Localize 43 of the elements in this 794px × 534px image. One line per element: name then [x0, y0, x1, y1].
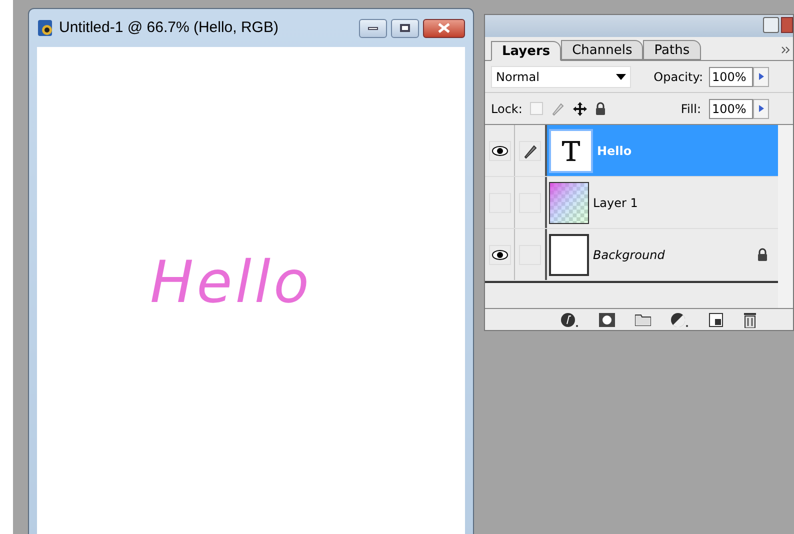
panel-menu-icon[interactable] [781, 46, 791, 54]
opacity-slider-button[interactable] [753, 66, 769, 86]
window-title: Untitled-1 @ 66.7% (Hello, RGB) [59, 18, 280, 38]
text-layer-thumbnail [549, 128, 593, 172]
move-icon[interactable] [573, 102, 588, 116]
lock-icon [595, 102, 606, 115]
opacity-field[interactable]: 100% [709, 66, 753, 86]
fill-field[interactable]: 100% [709, 98, 753, 118]
brush-icon [522, 142, 538, 158]
layer-row[interactable]: Background [547, 229, 778, 280]
layer-style-icon[interactable] [561, 312, 579, 328]
mask-icon[interactable] [599, 312, 615, 326]
panel-tab[interactable]: Channels [561, 40, 644, 60]
trash-icon[interactable] [743, 312, 757, 328]
lock-icon [757, 248, 768, 261]
app-icon [37, 19, 55, 37]
adjustment-layer-icon[interactable] [671, 312, 689, 328]
eye-icon [492, 250, 508, 260]
collapse-button[interactable] [763, 17, 779, 33]
eye-icon [492, 146, 508, 156]
lock-label: Lock: [491, 100, 522, 118]
fill-slider-button[interactable] [753, 98, 769, 118]
blend-mode-dropdown[interactable]: Normal [491, 66, 631, 88]
layer-name: Background [593, 246, 666, 264]
canvas-text: Hello [150, 246, 312, 318]
folder-icon[interactable] [635, 314, 651, 326]
panel-tab[interactable]: Layers [491, 41, 562, 61]
close-icon [438, 23, 450, 33]
opacity-label: Opacity: [654, 68, 703, 86]
new-layer-icon[interactable] [709, 312, 723, 326]
close-button[interactable] [423, 18, 465, 38]
layer-thumbnail [549, 234, 589, 276]
fill-label: Fill: [680, 100, 701, 118]
layer-thumbnail [549, 182, 589, 224]
maximize-button[interactable] [391, 18, 419, 38]
layer-name: Layer 1 [593, 194, 639, 212]
arrow-icon [758, 73, 764, 80]
layer-name: Hello [597, 142, 633, 160]
panel-tab[interactable]: Paths [643, 40, 701, 60]
caret-icon [616, 74, 626, 80]
arrow-icon [758, 105, 764, 112]
layer-row[interactable]: Layer 1 [547, 177, 778, 228]
minimize-button[interactable] [359, 18, 387, 38]
